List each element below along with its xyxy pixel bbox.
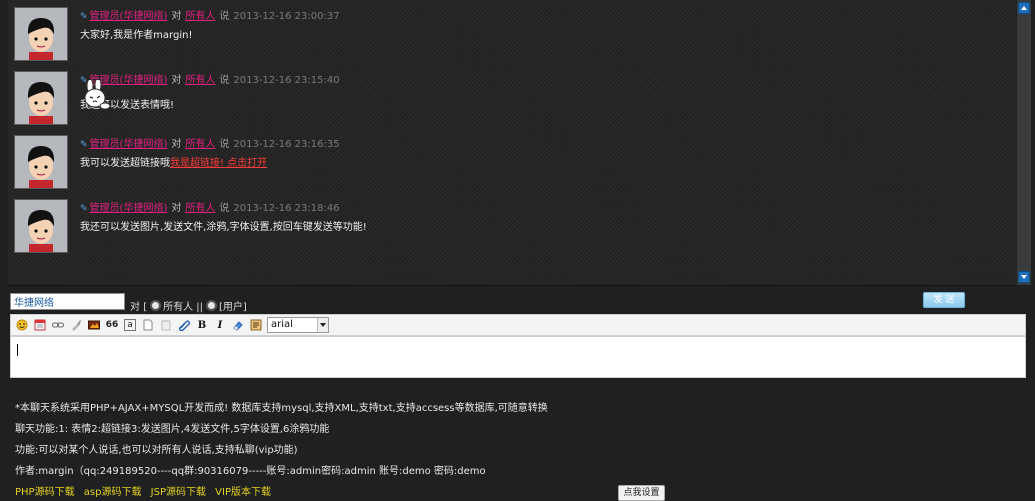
image-icon[interactable] [88, 319, 100, 331]
said-word: 说 [219, 75, 230, 86]
sender-link[interactable]: 管理员(华捷网络) [90, 203, 168, 214]
bracket: [ [143, 302, 148, 313]
recipient-link[interactable]: 所有人 [185, 11, 215, 22]
timestamp: 2013-12-16 23:00:37 [233, 11, 340, 22]
said-word: 说 [219, 11, 230, 22]
pen-icon: ✎ [80, 204, 88, 214]
calendar-icon[interactable] [34, 319, 46, 331]
scissors-icon[interactable] [250, 319, 262, 331]
message-item: ✎ 管理员(华捷网络) 对所有人说 2013-12-16 23:15:40 我还可以发… [8, 66, 998, 128]
smiley-icon[interactable] [16, 319, 28, 331]
editor-toolbar: 66 a B I arial [10, 314, 1026, 336]
message-text: 我可以发送超链接哦我是超链接! 点击打开 [80, 154, 267, 169]
said-word: 说 [219, 203, 230, 214]
message-item: ✎ 管理员(华捷网络) 对所有人说 2013-12-16 23:18:46 我还可以发… [8, 194, 998, 256]
to-word: 对 [171, 139, 182, 150]
to-word: 对 [171, 75, 182, 86]
asp-download-link[interactable]: asp源码下载 [84, 487, 142, 498]
info-line: 聊天功能:1: 表情2:超链接3:发送图片,4发送文件,5字体设置,6涂鸦功能 [15, 424, 330, 435]
quote-icon[interactable]: 66 [106, 319, 119, 331]
radio-user-icon[interactable] [206, 300, 218, 311]
scroll-down-icon[interactable] [1018, 271, 1030, 283]
message-hyperlink[interactable]: 我是超链接! 点击打开 [170, 158, 267, 169]
recipient-link[interactable]: 所有人 [185, 139, 215, 150]
timestamp: 2013-12-16 23:16:35 [233, 139, 340, 150]
jsp-download-link[interactable]: JSP源码下载 [151, 487, 206, 498]
message-content: 我可以发送超链接哦 [80, 158, 170, 169]
radio-all-icon[interactable] [150, 300, 162, 311]
message-content: 我还可以发送图片,发送文件,涂鸦,字体设置,按回车键发送等功能! [80, 222, 367, 233]
send-button[interactable]: 发 送 [923, 292, 965, 308]
to-label: 对 [130, 302, 140, 313]
sender-link[interactable]: 管理员(华捷网络) [90, 139, 168, 150]
said-word: 说 [219, 139, 230, 150]
message-text: 大家好,我是作者margin! [80, 26, 192, 41]
chat-message-panel[interactable]: ✎ 管理员(华捷网络) 对所有人说 2013-12-16 23:00:37 大家好,我… [8, 0, 1016, 286]
avatar [14, 7, 68, 61]
scroll-up-icon[interactable] [1018, 2, 1030, 14]
timestamp: 2013-12-16 23:18:46 [233, 203, 340, 214]
message-item: ✎ 管理员(华捷网络) 对所有人说 2013-12-16 23:00:37 大家好,我… [8, 2, 998, 64]
paste-icon[interactable] [160, 319, 172, 331]
italic-icon[interactable]: I [214, 319, 226, 331]
info-line: *本聊天系统采用PHP+AJAX+MYSQL开发而成! 数据库支持mysql,支… [15, 403, 548, 414]
to-word: 对 [171, 11, 182, 22]
chat-scrollbar[interactable] [1016, 0, 1031, 285]
font-select-value: arial [271, 319, 293, 330]
font-family-select[interactable]: arial [267, 317, 329, 333]
avatar [14, 199, 68, 253]
pen-icon: ✎ [80, 12, 88, 22]
chevron-down-icon[interactable] [317, 318, 328, 332]
php-download-link[interactable]: PHP源码下载 [15, 487, 75, 498]
sender-link[interactable]: 管理员(华捷网络) [90, 11, 168, 22]
message-text: 我还可以发送表情哦! [80, 80, 180, 111]
bold-icon[interactable]: B [196, 319, 208, 331]
message-content: 大家好,我是作者margin! [80, 30, 193, 41]
info-line: 功能:可以对某个人说话,也可以对所有人说话,支持私聊(vip功能) [15, 445, 298, 456]
pen-icon: ✎ [80, 140, 88, 150]
recipient-link[interactable]: 所有人 [185, 75, 215, 86]
download-links: PHP源码下载 asp源码下载 JSP源码下载 VIP版本下载 [15, 483, 277, 498]
eraser-icon[interactable] [232, 319, 244, 331]
message-text: 我还可以发送图片,发送文件,涂鸦,字体设置,按回车键发送等功能! [80, 218, 367, 233]
timestamp: 2013-12-16 23:15:40 [233, 75, 340, 86]
text-caret [17, 344, 18, 356]
file-icon[interactable] [142, 319, 154, 331]
avatar [14, 71, 68, 125]
option-user[interactable]: [用户] [219, 302, 247, 313]
vip-download-link[interactable]: VIP版本下载 [215, 487, 271, 498]
to-word: 对 [171, 203, 182, 214]
separator: || [196, 302, 204, 313]
message-item: ✎ 管理员(华捷网络) 对所有人说 2013-12-16 23:16:35 我可以发送… [8, 130, 998, 192]
attachment-icon[interactable] [178, 319, 190, 331]
message-editor[interactable] [10, 336, 1026, 378]
nickname-input[interactable] [10, 293, 125, 310]
brush-icon[interactable] [70, 319, 82, 331]
text-a-icon[interactable]: a [124, 319, 136, 331]
info-line: 作者:margin（qq:249189520----qq群:90316079--… [15, 466, 486, 477]
recipient-selector: 对 [ 所有人 || [用户] [130, 298, 247, 313]
avatar [14, 135, 68, 189]
link-icon[interactable] [52, 319, 64, 331]
recipient-link[interactable]: 所有人 [185, 203, 215, 214]
option-all-users[interactable]: 所有人 [163, 302, 193, 313]
